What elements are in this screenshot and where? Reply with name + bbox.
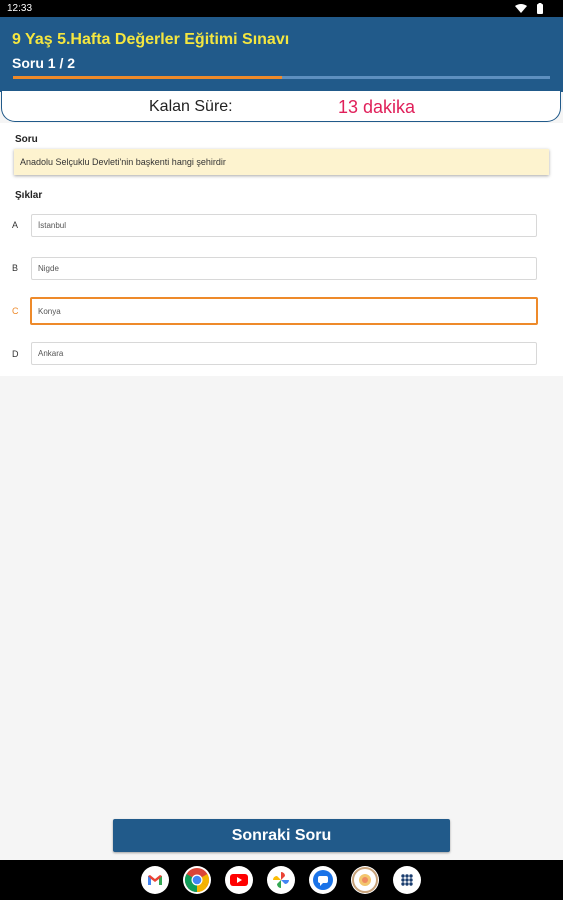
option-letter-d: D bbox=[12, 349, 19, 359]
option-b-text: Nigde bbox=[38, 264, 59, 273]
youtube-icon[interactable] bbox=[225, 866, 253, 894]
option-letter-c: C bbox=[12, 306, 19, 316]
status-time: 12:33 bbox=[7, 3, 33, 14]
question-counter: Soru 1 / 2 bbox=[12, 55, 76, 71]
question-card: Soru Anadolu Selçuklu Devleti'nin başken… bbox=[0, 123, 563, 376]
camera-icon[interactable] bbox=[351, 866, 379, 894]
dock-bar bbox=[0, 860, 563, 900]
progress-fill bbox=[13, 76, 282, 79]
quiz-title: 9 Yaş 5.Hafta Değerler Eğitimi Sınavı bbox=[12, 31, 290, 48]
question-box: Anadolu Selçuklu Devleti'nin başkenti ha… bbox=[14, 149, 549, 175]
option-a[interactable]: İstanbul bbox=[31, 214, 537, 237]
option-b[interactable]: Nigde bbox=[31, 257, 537, 280]
options-label: Şıklar bbox=[15, 190, 43, 201]
quiz-header: 9 Yaş 5.Hafta Değerler Eğitimi Sınavı So… bbox=[0, 17, 563, 92]
status-icons bbox=[513, 3, 549, 14]
photos-icon[interactable] bbox=[267, 866, 295, 894]
option-d[interactable]: Ankara bbox=[31, 342, 537, 365]
status-bar: 12:33 bbox=[0, 0, 563, 17]
progress-bar bbox=[13, 76, 550, 79]
chrome-icon[interactable] bbox=[183, 866, 211, 894]
timer-label: Kalan Süre: bbox=[149, 98, 233, 115]
option-c[interactable]: Konya bbox=[30, 297, 538, 325]
battery-icon bbox=[537, 3, 543, 14]
messages-icon[interactable] bbox=[309, 866, 337, 894]
question-text: Anadolu Selçuklu Devleti'nin başkenti ha… bbox=[20, 157, 226, 167]
gmail-icon[interactable] bbox=[141, 866, 169, 894]
option-letter-a: A bbox=[12, 220, 19, 230]
option-letter-b: B bbox=[12, 263, 19, 273]
question-label: Soru bbox=[15, 134, 38, 145]
app-drawer-icon[interactable] bbox=[393, 866, 421, 894]
next-question-button[interactable]: Sonraki Soru bbox=[113, 819, 450, 852]
timer-value: 13 dakika bbox=[338, 97, 416, 117]
timer-panel: Kalan Süre: 13 dakika bbox=[1, 91, 561, 122]
option-d-text: Ankara bbox=[38, 349, 64, 358]
wifi-icon bbox=[515, 4, 527, 13]
option-c-text: Konya bbox=[38, 307, 61, 316]
option-a-text: İstanbul bbox=[38, 221, 67, 230]
